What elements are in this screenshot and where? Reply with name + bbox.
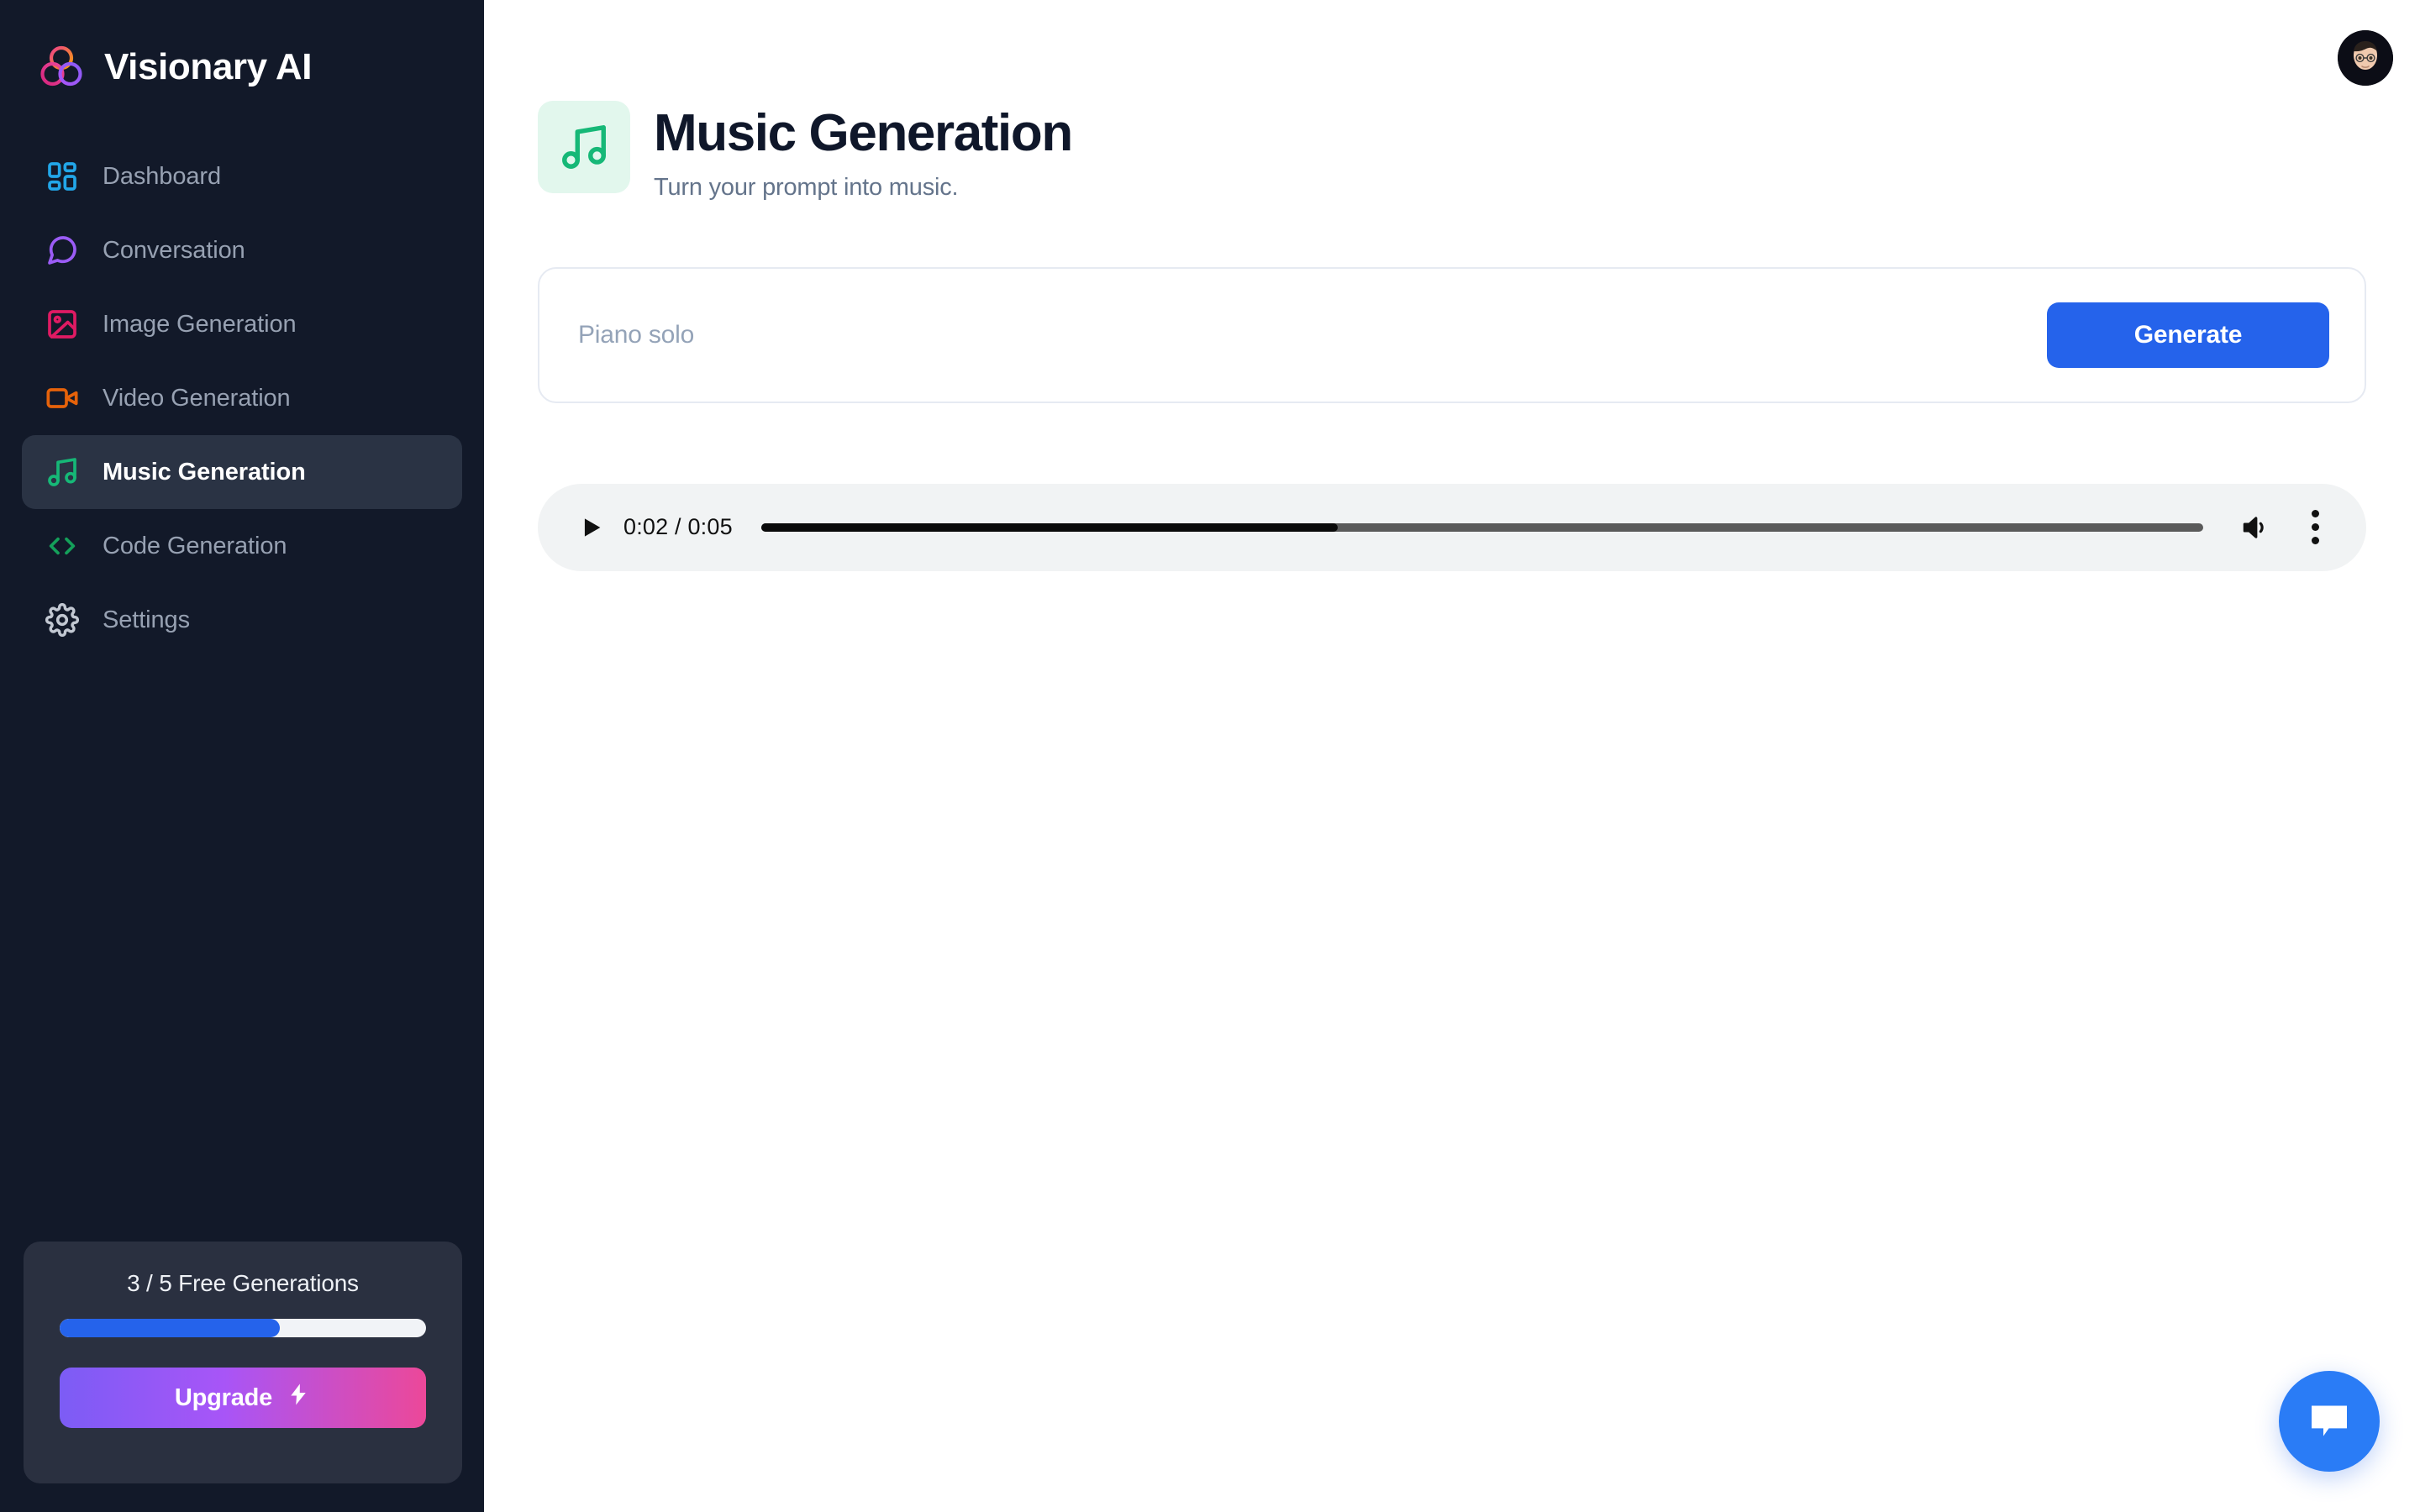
sidebar-item-label: Code Generation [103,533,287,560]
video-camera-icon [44,380,81,417]
music-note-icon [44,454,81,491]
sidebar-item-label: Settings [103,606,190,634]
free-generations-progress [60,1319,426,1337]
sidebar-item-label: Dashboard [103,163,221,191]
sidebar-item-label: Image Generation [103,311,297,339]
page-subtitle: Turn your prompt into music. [654,174,1072,202]
free-generations-label: 3 / 5 Free Generations [127,1270,359,1297]
lightning-bolt-icon [286,1382,311,1414]
sidebar-item-code-generation[interactable]: Code Generation [22,509,462,583]
chat-bubble-icon [2306,1397,2353,1446]
sidebar-item-label: Music Generation [103,459,306,486]
sidebar-item-settings[interactable]: Settings [22,583,462,657]
grid-icon [44,158,81,195]
upgrade-card: 3 / 5 Free Generations Upgrade [24,1242,462,1483]
chat-bubble-icon [44,232,81,269]
brand[interactable]: Visionary AI [0,0,484,101]
audio-seek-fill [761,523,1338,532]
sidebar-item-conversation[interactable]: Conversation [22,213,462,287]
upgrade-button-label: Upgrade [175,1384,272,1412]
main-content: Music Generation Turn your prompt into m… [484,0,2420,1512]
play-icon[interactable] [571,508,610,547]
audio-seek-bar[interactable] [761,523,2203,532]
image-icon [44,306,81,343]
prompt-card: Generate [538,267,2366,403]
page-music-note-icon [538,101,630,193]
brand-title: Visionary AI [104,49,312,86]
sidebar-item-label: Conversation [103,237,245,265]
sidebar-item-image-generation[interactable]: Image Generation [22,287,462,361]
dot [2312,510,2319,517]
sidebar-item-music-generation[interactable]: Music Generation [22,435,462,509]
trefoil-logo-icon [37,43,86,92]
sidebar-item-video-generation[interactable]: Video Generation [22,361,462,435]
sidebar-item-label: Video Generation [103,385,291,412]
more-vertical-icon[interactable] [2296,506,2334,549]
volume-icon[interactable] [2233,506,2277,549]
generate-button[interactable]: Generate [2047,302,2329,368]
page-title-block: Music Generation Turn your prompt into m… [654,101,1072,202]
user-avatar[interactable] [2338,30,2393,86]
audio-player: 0:02 / 0:05 [538,484,2366,571]
code-brackets-icon [44,528,81,564]
app-root: Visionary AI Dashboard Conversa [0,0,2420,1512]
sidebar: Visionary AI Dashboard Conversa [0,0,484,1512]
gear-icon [44,601,81,638]
page-header: Music Generation Turn your prompt into m… [484,0,2420,202]
progress-fill [60,1319,280,1337]
page-title: Music Generation [654,106,1072,162]
upgrade-button[interactable]: Upgrade [60,1368,426,1428]
dot [2312,523,2319,531]
prompt-input[interactable] [578,321,2047,349]
sidebar-nav: Dashboard Conversation [0,139,484,657]
dot [2312,537,2319,544]
chat-widget-button[interactable] [2279,1371,2380,1472]
audio-time-display: 0:02 / 0:05 [623,514,733,540]
sidebar-item-dashboard[interactable]: Dashboard [22,139,462,213]
